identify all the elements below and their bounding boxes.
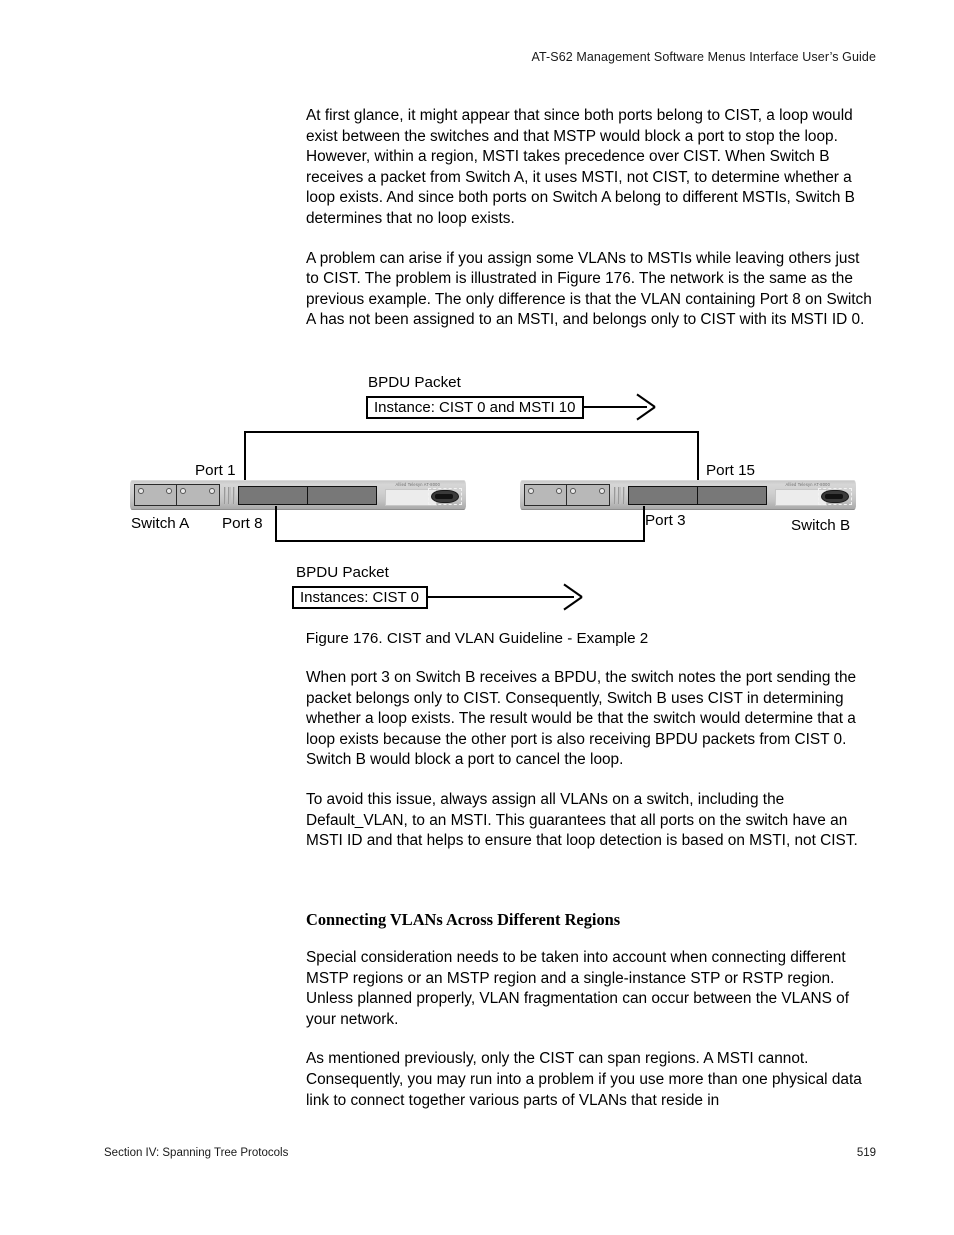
footer-section-label: Section IV: Spanning Tree Protocols — [104, 1147, 289, 1159]
switch-a-chassis: Allied Telesyn AT-8000 — [130, 480, 466, 510]
port-label-15: Port 15 — [706, 462, 755, 479]
switch-a-light-port-bank — [134, 484, 220, 506]
switch-b-console-connector — [818, 488, 852, 505]
link-port8-vertical — [275, 506, 277, 541]
paragraph-5: Special consideration needs to be taken … — [306, 949, 849, 1028]
top-bpdu-packet-label: BPDU Packet — [368, 374, 461, 391]
document-page: AT-S62 Management Software Menus Interfa… — [0, 0, 954, 1235]
section-heading: Connecting VLANs Across Different Region… — [306, 910, 621, 929]
switch-b-chassis: Allied Telesyn AT-8000 — [520, 480, 856, 510]
port-label-3: Port 3 — [645, 512, 686, 529]
figure-caption: Figure 176. CIST and VLAN Guideline - Ex… — [305, 630, 649, 647]
top-arrow-shaft — [584, 406, 647, 408]
paragraph-6: As mentioned previously, only the CIST c… — [306, 1050, 862, 1109]
port-label-8: Port 8 — [222, 515, 263, 532]
body-text-block-middle: When port 3 on Switch B receives a BPDU,… — [306, 668, 872, 852]
link-bottom-horizontal — [275, 540, 645, 542]
bottom-arrow-shaft — [428, 596, 574, 598]
paragraph-4: To avoid this issue, always assign all V… — [306, 790, 858, 850]
section-heading-block: Connecting VLANs Across Different Region… — [306, 910, 872, 930]
top-instance-box: Instance: CIST 0 and MSTI 10 — [366, 396, 584, 419]
link-top-horizontal — [244, 431, 699, 433]
bottom-instance-box: Instances: CIST 0 — [292, 586, 428, 609]
switch-a-name-label: Switch A — [131, 515, 190, 532]
switch-a-brand-logo: Allied Telesyn AT-8000 — [395, 481, 440, 488]
link-port3-vertical — [643, 506, 645, 541]
figure-176-diagram: BPDU Packet Instance: CIST 0 and MSTI 10… — [0, 360, 954, 620]
body-text-block-top: At first glance, it might appear that si… — [306, 106, 872, 331]
bottom-bpdu-packet-label: BPDU Packet — [296, 564, 389, 581]
switch-a-vents — [224, 487, 235, 504]
footer-page-number: 519 — [856, 1147, 876, 1159]
paragraph-1: At first glance, it might appear that si… — [306, 107, 855, 227]
switch-a-console-connector — [428, 488, 462, 505]
switch-b-brand-logo: Allied Telesyn AT-8000 — [785, 481, 830, 488]
running-head: AT-S62 Management Software Menus Interfa… — [531, 50, 876, 64]
paragraph-3: When port 3 on Switch B receives a BPDU,… — [306, 669, 857, 769]
switch-a-dark-port-bank — [238, 486, 377, 505]
port-label-1: Port 1 — [195, 462, 236, 479]
body-text-block-bottom: Special consideration needs to be taken … — [306, 948, 872, 1111]
switch-b-light-port-bank — [524, 484, 610, 506]
switch-b-vents — [614, 487, 625, 504]
paragraph-2: A problem can arise if you assign some V… — [306, 249, 872, 329]
switch-b-name-label: Switch B — [791, 517, 851, 534]
switch-b-dark-port-bank — [628, 486, 767, 505]
